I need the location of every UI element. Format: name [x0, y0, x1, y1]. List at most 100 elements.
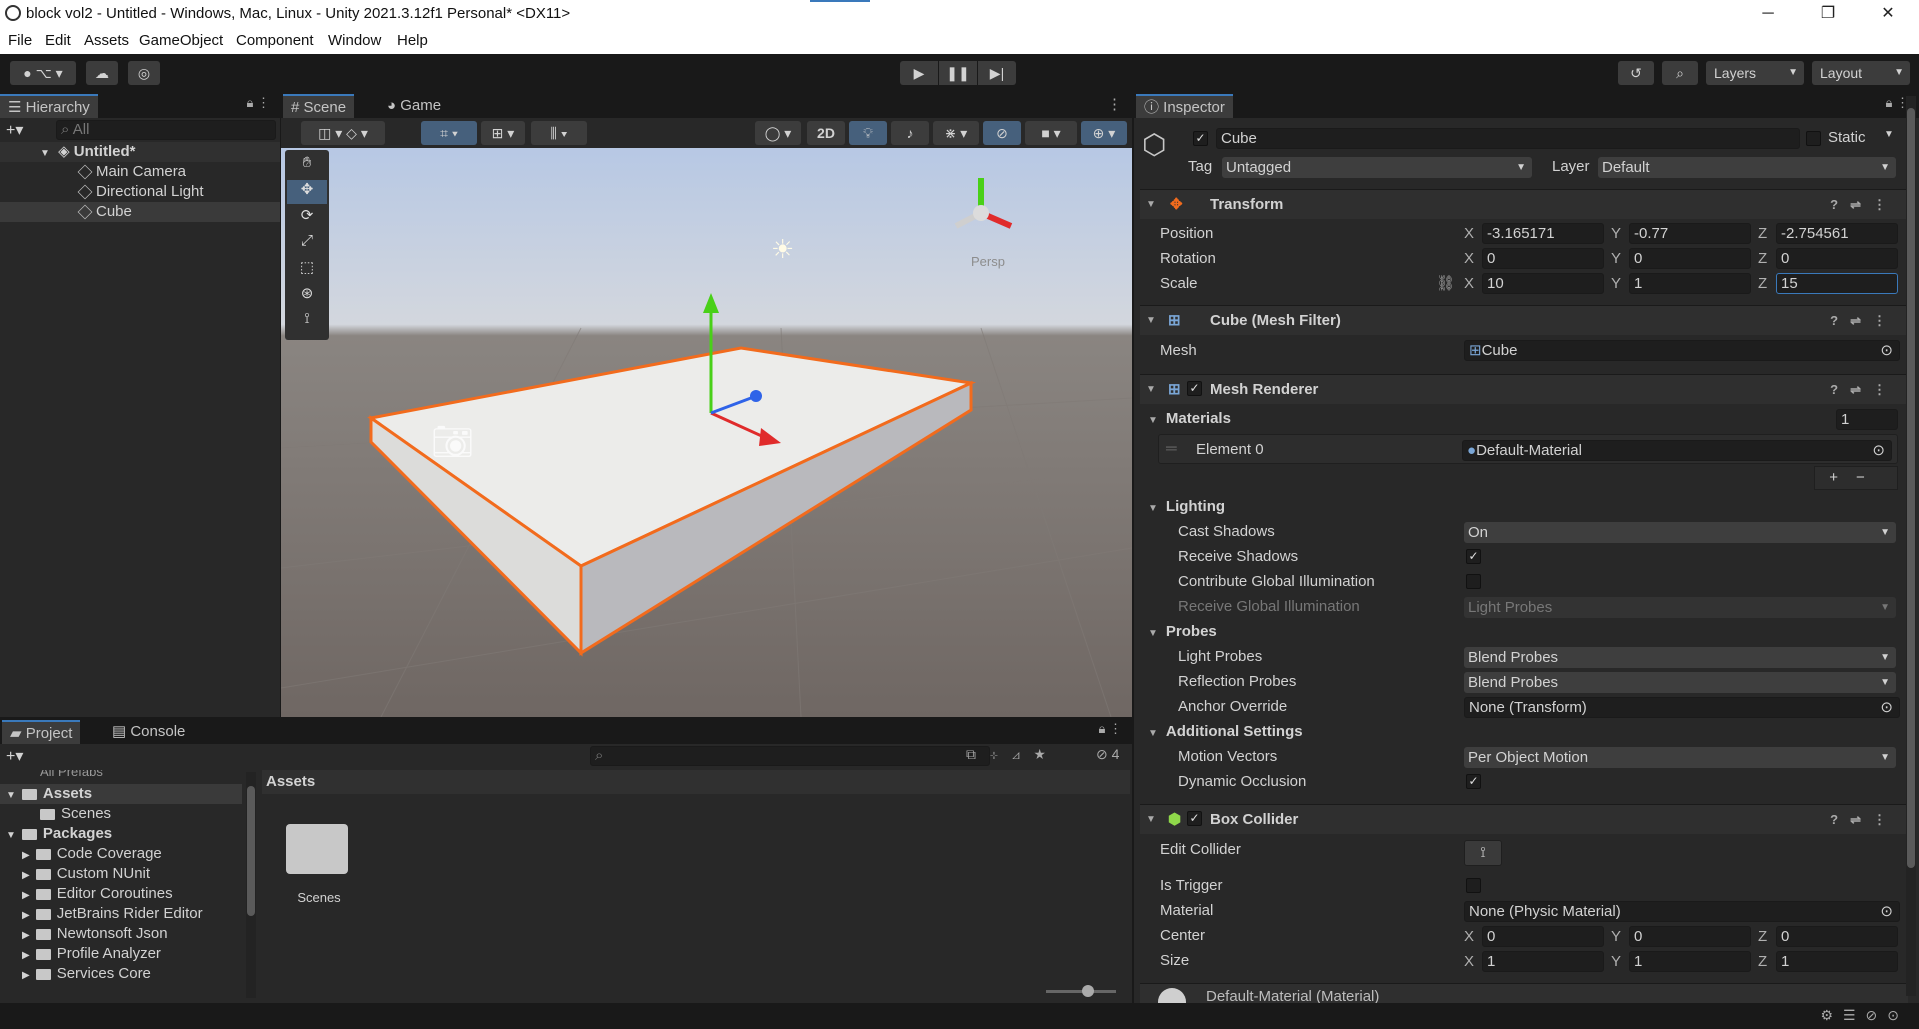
static-dropdown-icon[interactable]: ▼	[1884, 129, 1894, 140]
lighting-toggle-icon[interactable]: 💡︎	[849, 121, 887, 145]
tree-item-all-prefabs[interactable]: All Prefabs	[40, 770, 103, 782]
object-name-input[interactable]: Cube	[1216, 128, 1800, 149]
center-x-field[interactable]: 0	[1482, 926, 1604, 947]
hand-tool-icon[interactable]: ✋︎	[287, 154, 327, 178]
rotate-tool-icon[interactable]: ⟳	[287, 206, 327, 230]
thumbnail-size-slider[interactable]	[1046, 985, 1116, 997]
menu-help[interactable]: Help	[397, 32, 428, 49]
audio-toggle-icon[interactable]: ♪	[891, 121, 929, 145]
materials-foldout[interactable]: ▼ Materials	[1148, 410, 1231, 427]
tab-project[interactable]: ▰ Project	[2, 720, 81, 744]
rect-tool-icon[interactable]: ⬚	[287, 258, 327, 282]
tree-item-package[interactable]: ▶ Editor Coroutines	[22, 884, 173, 904]
maximize-button[interactable]: ❐	[1805, 2, 1851, 26]
collider-material-field[interactable]: None (Physic Material) ⊙	[1464, 901, 1900, 922]
tree-item-package[interactable]: ▶ Profile Analyzer	[22, 944, 161, 964]
effects-dropdown[interactable]: ⋇ ▾	[933, 121, 979, 145]
menu-window[interactable]: Window	[328, 32, 381, 49]
component-menu-icons[interactable]: ?⇌⋮	[1830, 190, 1898, 220]
tab-game[interactable]: ◕ Game	[379, 94, 449, 118]
menu-file[interactable]: File	[8, 32, 32, 49]
inspector-scrollbar[interactable]	[1906, 96, 1916, 996]
cast-shadows-dropdown[interactable]: On ▼	[1464, 522, 1896, 543]
step-button[interactable]: ▶|	[978, 61, 1016, 85]
light-probes-dropdown[interactable]: Blend Probes ▼	[1464, 647, 1896, 668]
layers-dropdown[interactable]: Layers ▼	[1706, 61, 1804, 85]
is-trigger-checkbox[interactable]	[1466, 878, 1481, 893]
hierarchy-item-main-camera[interactable]: Main Camera	[0, 162, 280, 182]
box-collider-header[interactable]: ▼ ⬢ Box Collider ?⇌⋮	[1140, 804, 1908, 834]
tree-item-packages[interactable]: ▼ Packages	[0, 824, 112, 844]
scene-row[interactable]: ▼ ◈ Untitled*	[0, 142, 280, 162]
hierarchy-item-directional-light[interactable]: Directional Light	[0, 182, 280, 202]
receive-shadows-checkbox[interactable]: ✓	[1466, 549, 1481, 564]
probes-foldout[interactable]: ▼ Probes	[1148, 623, 1217, 640]
status-icons[interactable]: ⚙☰⊘⊙	[1820, 1007, 1909, 1024]
element0-material-field[interactable]: ●Default-Material ⊙	[1462, 440, 1892, 461]
drag-handle-icon[interactable]: ═	[1166, 440, 1177, 457]
lighting-foldout[interactable]: ▼ Lighting	[1148, 498, 1225, 515]
box-collider-enabled-checkbox[interactable]: ✓	[1187, 811, 1202, 826]
lock-icon[interactable]: 🔒︎ ⋮	[246, 95, 270, 111]
pause-button[interactable]: ❚❚	[939, 61, 977, 85]
tag-dropdown[interactable]: Untagged ▼	[1222, 157, 1532, 178]
layer-dropdown[interactable]: Default ▼	[1598, 157, 1896, 178]
rotation-z-field[interactable]: 0	[1776, 248, 1898, 269]
scale-z-field[interactable]: 15	[1776, 273, 1898, 294]
collab-icon[interactable]: ◎	[128, 61, 160, 85]
directional-light-icon[interactable]: ☀	[771, 235, 794, 265]
center-z-field[interactable]: 0	[1776, 926, 1898, 947]
tree-item-package[interactable]: ▶ Services Core	[22, 964, 151, 984]
position-z-field[interactable]: -2.754561	[1776, 223, 1898, 244]
list-add-remove-buttons[interactable]: +−	[1814, 466, 1898, 490]
center-y-field[interactable]: 0	[1629, 926, 1751, 947]
component-menu-icons[interactable]: ?⇌⋮	[1830, 375, 1898, 405]
size-x-field[interactable]: 1	[1482, 951, 1604, 972]
project-breadcrumb[interactable]: Assets	[262, 770, 1130, 794]
cloud-icon[interactable]: ☁	[86, 61, 118, 85]
object-picker-icon[interactable]: ⊙	[1880, 902, 1893, 921]
rotation-x-field[interactable]: 0	[1482, 248, 1604, 269]
transform-tool-icon[interactable]: ⊛	[287, 284, 327, 308]
scene-viewport[interactable]: ☀ 📷︎ Persp	[281, 148, 1132, 717]
hidden-objects-icon[interactable]: ⊘	[983, 121, 1021, 145]
contribute-gi-checkbox[interactable]	[1466, 574, 1481, 589]
transform-header[interactable]: ▼ ✥ Transform ?⇌⋮	[1140, 189, 1908, 219]
tree-item-package[interactable]: ▶ JetBrains Rider Editor	[22, 904, 203, 924]
material-preview-header[interactable]: Default-Material (Material)	[1140, 983, 1908, 1003]
size-z-field[interactable]: 1	[1776, 951, 1898, 972]
tab-inspector[interactable]: ⓘ Inspector	[1136, 94, 1233, 118]
motion-vectors-dropdown[interactable]: Per Object Motion ▼	[1464, 747, 1896, 768]
hierarchy-item-cube[interactable]: Cube	[0, 202, 280, 222]
project-search-filters[interactable]: ⧉⊹⊿★	[966, 746, 1059, 763]
menu-component[interactable]: Component	[236, 32, 314, 49]
size-y-field[interactable]: 1	[1629, 951, 1751, 972]
tree-item-package[interactable]: ▶ Custom NUnit	[22, 864, 150, 884]
tab-hierarchy[interactable]: ☰ Hierarchy	[0, 94, 98, 118]
persp-label[interactable]: Persp	[971, 254, 1005, 269]
move-tool-icon[interactable]: ✥	[287, 180, 327, 204]
search-icon[interactable]: ⌕	[1662, 61, 1698, 85]
mesh-object-field[interactable]: ⊞Cube ⊙	[1464, 340, 1900, 361]
active-checkbox[interactable]: ✓	[1193, 131, 1208, 146]
menu-edit[interactable]: Edit	[45, 32, 71, 49]
tree-scrollbar[interactable]	[246, 772, 256, 998]
hierarchy-search-input[interactable]: ⌕ All	[56, 120, 276, 140]
component-menu-icons[interactable]: ?⇌⋮	[1830, 805, 1898, 835]
mesh-filter-header[interactable]: ▼ ⊞ Cube (Mesh Filter) ?⇌⋮	[1140, 305, 1908, 335]
tree-item-package[interactable]: ▶ Code Coverage	[22, 844, 162, 864]
mesh-renderer-enabled-checkbox[interactable]: ✓	[1187, 381, 1202, 396]
menu-gameobject[interactable]: GameObject	[139, 32, 223, 49]
account-button[interactable]: ● ⌥ ▾	[10, 61, 76, 85]
camera-icon[interactable]: 📷︎	[431, 422, 474, 462]
additional-settings-foldout[interactable]: ▼ Additional Settings	[1148, 723, 1303, 740]
play-button[interactable]: ▶	[900, 61, 938, 85]
menu-assets[interactable]: Assets	[84, 32, 129, 49]
object-picker-icon[interactable]: ⊙	[1872, 441, 1885, 460]
component-menu-icons[interactable]: ?⇌⋮	[1830, 306, 1898, 336]
grid-visibility-dropdown[interactable]: ⊞ ▾	[481, 121, 525, 145]
mesh-renderer-header[interactable]: ▼ ⊞ Mesh Renderer ?⇌⋮	[1140, 374, 1908, 404]
expand-arrow-icon[interactable]: ▼	[40, 148, 50, 159]
tab-scene[interactable]: # Scene	[283, 94, 355, 118]
edit-collider-button[interactable]: ⟟	[1464, 840, 1502, 866]
